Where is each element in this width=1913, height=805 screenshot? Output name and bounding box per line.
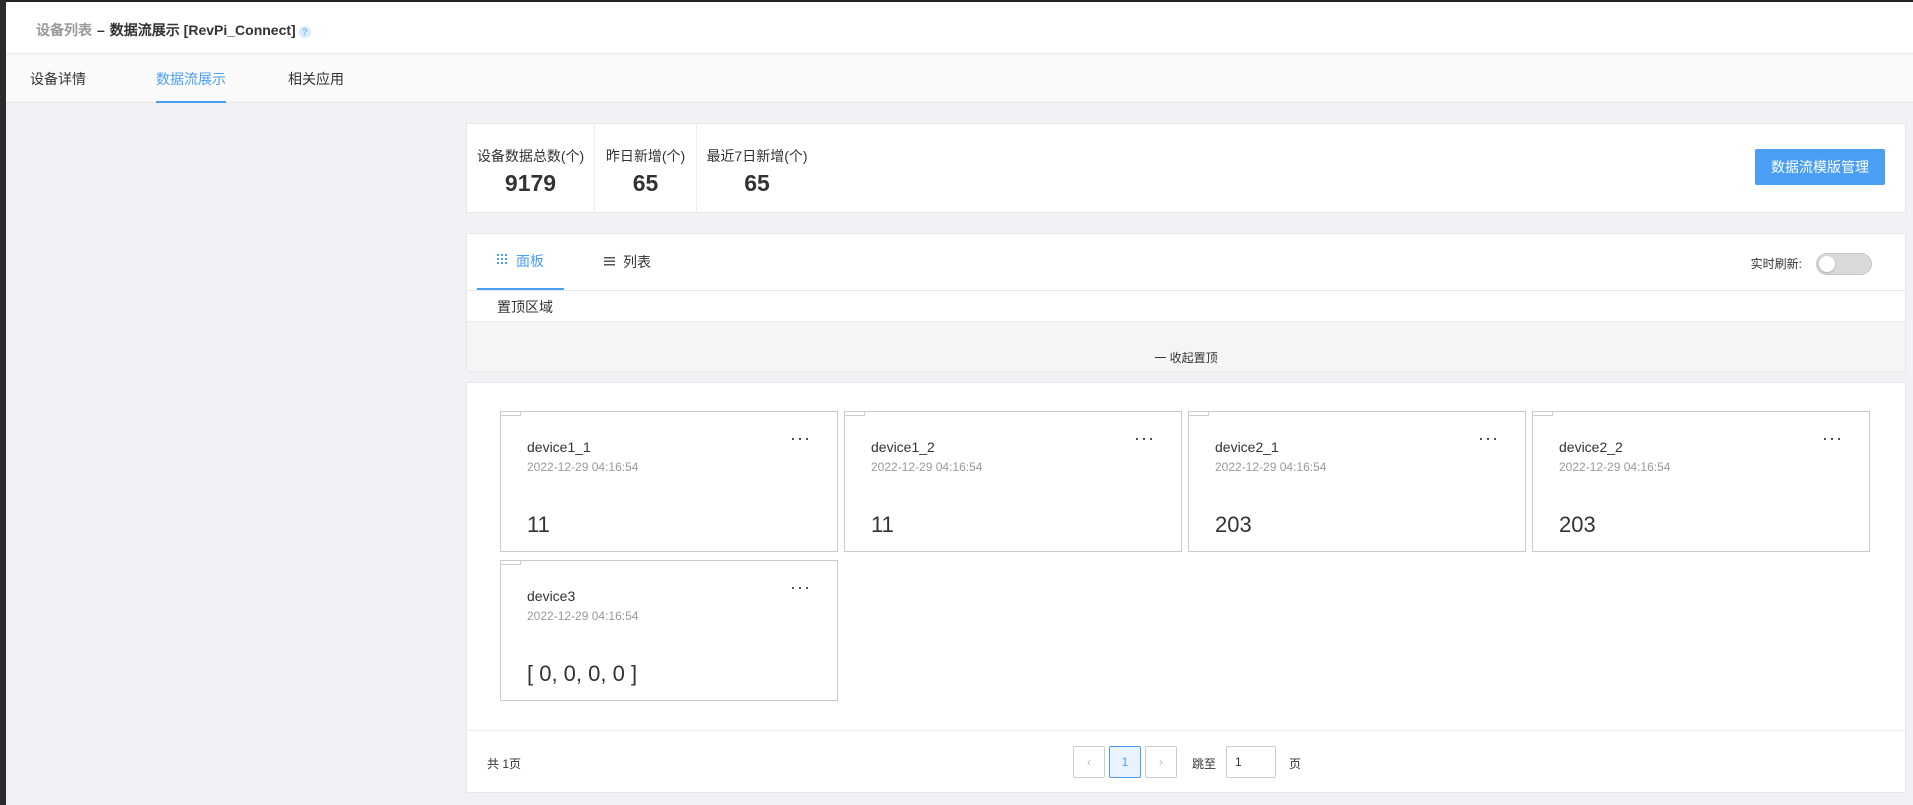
realtime-refresh-toggle[interactable] (1816, 253, 1872, 275)
stat-total-label: 设备数据总数(个) (476, 148, 585, 164)
stat-yesterday-value: 65 (632, 170, 659, 196)
jump-to-label: 跳至 (1192, 757, 1217, 771)
device-name: device1_1 (527, 439, 591, 455)
tab-device-details[interactable]: 设备详情 (30, 55, 86, 103)
toggle-knob (1819, 256, 1835, 272)
grid-icon (497, 233, 508, 289)
device-card[interactable]: device3 2022-12-29 04:16:54 ··· [ 0, 0, … (500, 560, 838, 701)
realtime-refresh-label: 实时刷新: (1750, 257, 1802, 271)
card-corner-mark (1189, 412, 1209, 416)
stats-card: 设备数据总数(个) 9179 昨日新增(个) 65 最近7日新增(个) 65 数… (466, 123, 1906, 213)
card-corner-mark (501, 412, 521, 416)
device-grid-card: device1_1 2022-12-29 04:16:54 ··· 11 dev… (466, 382, 1906, 793)
pinned-area: 一 收起置顶 (467, 321, 1905, 371)
breadcrumb-device-list-link[interactable]: 设备列表 (36, 20, 92, 40)
tab-list-view[interactable]: 列表 (604, 234, 651, 290)
left-edge-strip (0, 0, 6, 805)
tab-data-stream[interactable]: 数据流展示 (156, 55, 226, 103)
view-panel: 面板 列表 实时刷新: 置顶区域 一 收起置顶 (466, 233, 1906, 372)
top-tabs-bar: 设备详情 数据流展示 相关应用 (6, 55, 1913, 103)
breadcrumb-separator: – (97, 22, 105, 38)
device-card[interactable]: device2_1 2022-12-29 04:16:54 ··· 203 (1188, 411, 1526, 552)
device-card[interactable]: device2_2 2022-12-29 04:16:54 ··· 203 (1532, 411, 1870, 552)
tab-panel-label: 面板 (516, 253, 544, 269)
device-name: device3 (527, 588, 576, 604)
more-icon[interactable]: ··· (1478, 428, 1499, 449)
pagination-divider (467, 730, 1905, 731)
tab-related-apps[interactable]: 相关应用 (288, 55, 344, 103)
breadcrumb: 设备列表 – 数据流展示 [RevPi_Connect] ? (36, 20, 311, 40)
page-unit-label: 页 (1289, 757, 1302, 771)
device-name: device2_2 (1559, 439, 1623, 455)
device-name: device1_2 (871, 439, 935, 455)
more-icon[interactable]: ··· (1134, 428, 1155, 449)
more-icon[interactable]: ··· (790, 577, 811, 598)
device-value: 11 (871, 512, 894, 537)
card-corner-mark (845, 412, 865, 416)
device-value: 203 (1215, 512, 1252, 537)
stat-last7days-value: 65 (744, 170, 770, 196)
device-card[interactable]: device1_2 2022-12-29 04:16:54 ··· 11 (844, 411, 1182, 552)
device-name: device2_1 (1215, 439, 1279, 455)
list-icon (604, 234, 615, 290)
template-manage-button[interactable]: 数据流模版管理 (1755, 149, 1885, 185)
stat-total-value: 9179 (504, 170, 557, 196)
tab-list-label: 列表 (623, 254, 651, 270)
next-page-button[interactable]: › (1145, 746, 1177, 778)
more-icon[interactable]: ··· (790, 428, 811, 449)
breadcrumb-current: 数据流展示 [RevPi_Connect] (109, 22, 296, 38)
tab-panel-view[interactable]: 面板 (477, 234, 564, 290)
device-timestamp: 2022-12-29 04:16:54 (1215, 460, 1327, 474)
device-card[interactable]: device1_1 2022-12-29 04:16:54 ··· 11 (500, 411, 838, 552)
device-value: [ 0, 0, 0, 0 ] (527, 661, 638, 686)
device-timestamp: 2022-12-29 04:16:54 (871, 460, 983, 474)
page-1-button[interactable]: 1 (1109, 746, 1141, 778)
help-icon[interactable]: ? (298, 25, 311, 38)
stat-yesterday-label: 昨日新增(个) (605, 148, 686, 164)
more-icon[interactable]: ··· (1822, 428, 1843, 449)
stat-total: 设备数据总数(个) 9179 (467, 124, 595, 212)
device-timestamp: 2022-12-29 04:16:54 (1559, 460, 1671, 474)
collapse-pinned-button[interactable]: 一 收起置顶 (467, 349, 1905, 366)
view-tabs-divider (467, 290, 1905, 291)
device-value: 203 (1559, 512, 1596, 537)
page-header: 设备列表 – 数据流展示 [RevPi_Connect] ? (6, 2, 1913, 54)
stat-last7days-label: 最近7日新增(个) (706, 148, 808, 164)
pinned-area-label: 置顶区域 (497, 299, 553, 315)
device-timestamp: 2022-12-29 04:16:54 (527, 460, 639, 474)
jump-page-input[interactable] (1226, 746, 1276, 778)
stat-yesterday: 昨日新增(个) 65 (595, 124, 697, 212)
card-corner-mark (1533, 412, 1553, 416)
device-timestamp: 2022-12-29 04:16:54 (527, 609, 639, 623)
prev-page-button[interactable]: ‹ (1073, 746, 1105, 778)
card-corner-mark (501, 561, 521, 565)
device-value: 11 (527, 512, 550, 537)
total-pages: 共 1页 (487, 757, 522, 771)
stat-last7days: 最近7日新增(个) 65 (697, 124, 817, 212)
